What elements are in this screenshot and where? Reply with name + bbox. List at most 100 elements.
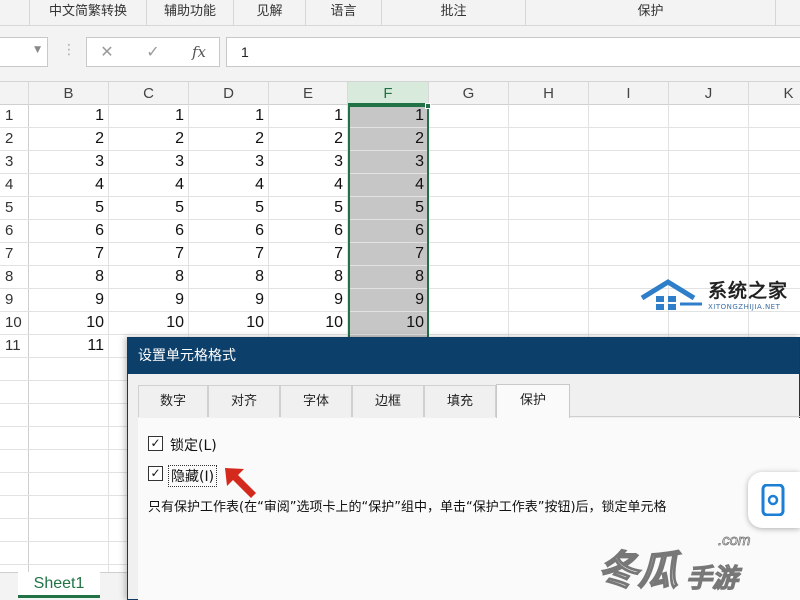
tab-font[interactable]: 字体 [280, 385, 352, 417]
cell-k[interactable] [749, 105, 800, 127]
cell-i[interactable] [589, 220, 669, 242]
cell-f[interactable]: 4 [348, 174, 429, 196]
row-header[interactable]: 3 [0, 151, 29, 173]
cell-j[interactable] [669, 105, 749, 127]
cell-c[interactable]: 3 [109, 151, 189, 173]
cell-b[interactable]: 7 [29, 243, 109, 265]
row-header[interactable] [0, 381, 29, 403]
cell-j[interactable] [669, 220, 749, 242]
cell-g[interactable] [429, 266, 509, 288]
cell-e[interactable]: 6 [269, 220, 348, 242]
cell-e[interactable]: 2 [269, 128, 348, 150]
cell-b[interactable] [29, 473, 109, 495]
cell-b[interactable]: 8 [29, 266, 109, 288]
row-header[interactable] [0, 404, 29, 426]
cell-d[interactable]: 10 [189, 312, 269, 334]
column-header-g[interactable]: G [429, 82, 509, 105]
cell-b[interactable]: 2 [29, 128, 109, 150]
select-all-corner[interactable] [0, 82, 29, 105]
dialog-title[interactable]: 设置单元格格式 [128, 338, 799, 374]
cell-d[interactable]: 6 [189, 220, 269, 242]
cell-g[interactable] [429, 128, 509, 150]
cell-d[interactable]: 4 [189, 174, 269, 196]
cell-b[interactable]: 9 [29, 289, 109, 311]
cell-f[interactable]: 3 [348, 151, 429, 173]
chevron-down-icon[interactable]: ▼ [34, 45, 41, 55]
cell-d[interactable]: 5 [189, 197, 269, 219]
tab-fill[interactable]: 填充 [424, 385, 496, 417]
row-header[interactable] [0, 427, 29, 449]
cell-g[interactable] [429, 174, 509, 196]
cell-f[interactable]: 5 [348, 197, 429, 219]
cell-d[interactable]: 7 [189, 243, 269, 265]
row-header[interactable]: 10 [0, 312, 29, 334]
cell-b[interactable] [29, 427, 109, 449]
cell-j[interactable] [669, 174, 749, 196]
cell-b[interactable] [29, 565, 109, 572]
column-header-f[interactable]: F [348, 82, 429, 105]
row-header[interactable]: 2 [0, 128, 29, 150]
close-icon[interactable]: ✕ [93, 41, 121, 63]
name-box[interactable]: ▼ [0, 37, 48, 67]
cell-b[interactable]: 6 [29, 220, 109, 242]
cell-e[interactable]: 4 [269, 174, 348, 196]
cell-c[interactable]: 6 [109, 220, 189, 242]
cell-c[interactable]: 4 [109, 174, 189, 196]
cell-b[interactable] [29, 381, 109, 403]
insert-function-button[interactable]: fx [185, 41, 213, 63]
cell-e[interactable]: 5 [269, 197, 348, 219]
cell-f[interactable]: 9 [348, 289, 429, 311]
row-header[interactable]: 7 [0, 243, 29, 265]
cell-k[interactable] [749, 174, 800, 196]
row-header[interactable]: 9 [0, 289, 29, 311]
cell-g[interactable] [429, 312, 509, 334]
cell-h[interactable] [509, 128, 589, 150]
cell-d[interactable]: 3 [189, 151, 269, 173]
row-header[interactable] [0, 450, 29, 472]
cell-g[interactable] [429, 151, 509, 173]
cell-c[interactable]: 8 [109, 266, 189, 288]
cell-c[interactable]: 9 [109, 289, 189, 311]
cell-b[interactable] [29, 450, 109, 472]
cell-e[interactable]: 10 [269, 312, 348, 334]
fill-handle[interactable] [425, 103, 431, 109]
tab-protection[interactable]: 保护 [496, 384, 570, 418]
cell-e[interactable]: 9 [269, 289, 348, 311]
cell-b[interactable]: 3 [29, 151, 109, 173]
hidden-check-box[interactable]: ✓ [148, 466, 163, 481]
cell-b[interactable]: 5 [29, 197, 109, 219]
cell-c[interactable]: 2 [109, 128, 189, 150]
cell-h[interactable] [509, 151, 589, 173]
cell-e[interactable]: 7 [269, 243, 348, 265]
formula-input[interactable]: 1 [226, 37, 800, 67]
cell-f[interactable]: 1 [348, 105, 429, 127]
cell-b[interactable]: 11 [29, 335, 109, 357]
drag-handle-icon[interactable]: ⋮ [62, 43, 76, 57]
cell-h[interactable] [509, 197, 589, 219]
cell-g[interactable] [429, 243, 509, 265]
cell-b[interactable] [29, 542, 109, 564]
cell-k[interactable] [749, 151, 800, 173]
tab-number[interactable]: 数字 [138, 385, 208, 417]
row-header[interactable] [0, 473, 29, 495]
cell-e[interactable]: 8 [269, 266, 348, 288]
floating-phone-button[interactable] [748, 472, 800, 528]
cell-k[interactable] [749, 197, 800, 219]
cell-c[interactable]: 7 [109, 243, 189, 265]
check-icon[interactable]: ✓ [139, 41, 167, 63]
column-header-e[interactable]: E [269, 82, 348, 105]
row-header[interactable] [0, 358, 29, 380]
row-header[interactable] [0, 519, 29, 541]
cell-d[interactable]: 8 [189, 266, 269, 288]
cell-k[interactable] [749, 128, 800, 150]
column-header-c[interactable]: C [109, 82, 189, 105]
cell-j[interactable] [669, 128, 749, 150]
cell-i[interactable] [589, 151, 669, 173]
cell-b[interactable]: 1 [29, 105, 109, 127]
cell-b[interactable] [29, 496, 109, 518]
row-header[interactable]: 6 [0, 220, 29, 242]
cell-e[interactable]: 1 [269, 105, 348, 127]
cell-f[interactable]: 2 [348, 128, 429, 150]
tab-border[interactable]: 边框 [352, 385, 424, 417]
cell-c[interactable]: 5 [109, 197, 189, 219]
